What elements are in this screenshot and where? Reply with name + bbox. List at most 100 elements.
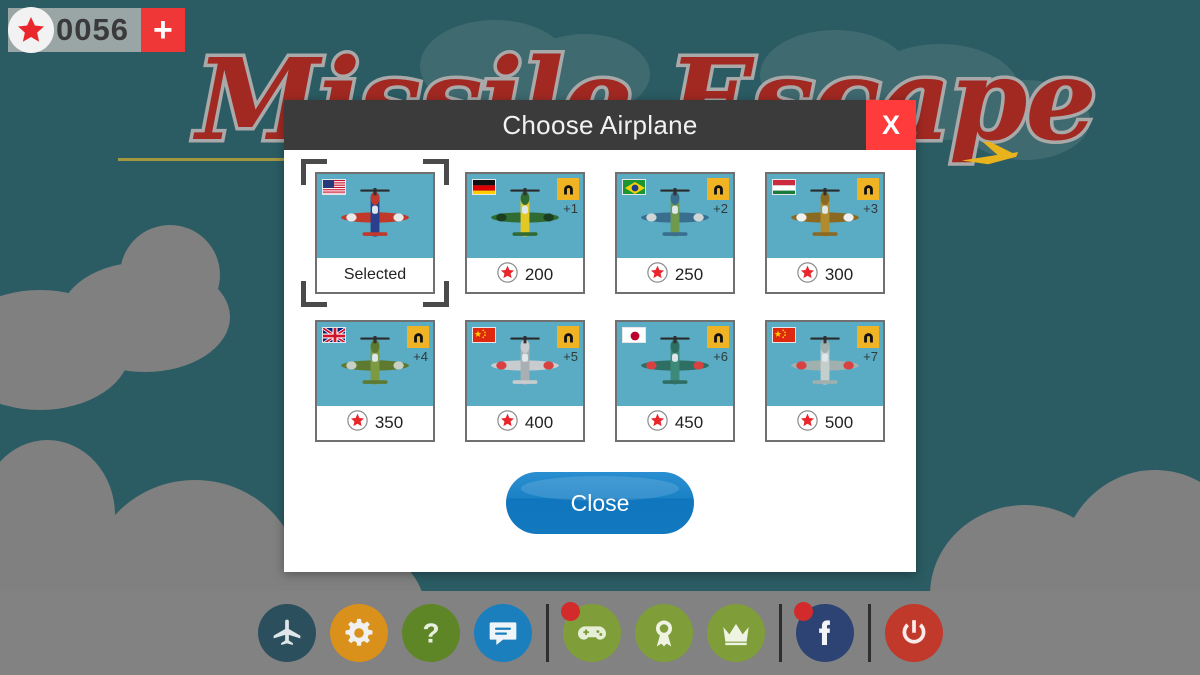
coin-counter-bar: 0056 <box>8 7 141 53</box>
game-screen: Missile Escape 0056 + Choose Airplane X … <box>0 0 1200 675</box>
airplane-cell: +2 250 <box>615 172 735 294</box>
airplane-preview: +2 <box>617 174 733 258</box>
airplane-cell: Selected <box>301 159 449 307</box>
toolbar-separator <box>778 604 782 662</box>
airplane-cell: +1 200 <box>465 172 585 294</box>
airplane-icon[interactable] <box>257 604 316 662</box>
price-value: 450 <box>674 413 704 432</box>
airplane-card-footer: 400 <box>467 406 583 440</box>
bottom-toolbar: ? <box>0 591 1200 675</box>
airplane-card-footer: 250 <box>617 258 733 292</box>
power-icon[interactable] <box>884 604 943 662</box>
magnet-icon <box>857 326 879 348</box>
close-button[interactable]: Close <box>506 472 694 534</box>
gamepad-icon[interactable] <box>560 602 621 662</box>
star-coin-icon <box>347 410 368 436</box>
hu-flag <box>772 179 796 195</box>
star-coin-icon <box>797 410 818 436</box>
airplane-card[interactable]: +4 350 <box>315 320 435 442</box>
airplane-preview: +6 <box>617 322 733 406</box>
status-badge: Selected <box>343 266 407 283</box>
airplane-card-footer: Selected <box>317 258 433 292</box>
magnet-icon <box>407 326 429 348</box>
award-icon[interactable] <box>634 604 693 662</box>
notification-dot <box>793 602 813 621</box>
price-value: 300 <box>824 265 854 284</box>
bonus-value: +7 <box>863 349 878 364</box>
chat-icon[interactable] <box>473 604 532 662</box>
star-coin-icon <box>797 262 818 288</box>
coin-counter: 0056 + <box>8 7 185 53</box>
bonus-value: +1 <box>563 201 578 216</box>
price-value: 400 <box>524 413 554 432</box>
airplane-cell: +4 350 <box>315 320 435 442</box>
br-flag <box>622 179 646 195</box>
facebook-icon[interactable] <box>793 602 854 662</box>
airplane-card-footer: 350 <box>317 406 433 440</box>
airplane-preview: +3 <box>767 174 883 258</box>
airplane-card[interactable]: +7 500 <box>765 320 885 442</box>
airplane-preview: +5 <box>467 322 583 406</box>
cn2-flag <box>772 327 796 343</box>
coin-count-value: 0056 <box>56 12 129 47</box>
price-value: 500 <box>824 413 854 432</box>
de-flag <box>472 179 496 195</box>
airplane-cell: +5 400 <box>465 320 585 442</box>
plane-icon <box>955 138 1025 168</box>
close-icon[interactable]: X <box>866 100 916 150</box>
price-value: 350 <box>374 413 404 432</box>
airplane-preview <box>317 174 433 258</box>
airplane-card[interactable]: +6 450 <box>615 320 735 442</box>
airplane-preview: +4 <box>317 322 433 406</box>
crown-icon[interactable] <box>706 604 765 662</box>
us-flag <box>322 179 346 195</box>
airplane-cell: +6 450 <box>615 320 735 442</box>
bonus-value: +3 <box>863 201 878 216</box>
magnet-icon <box>707 326 729 348</box>
dialog-title: Choose Airplane <box>502 109 698 140</box>
airplane-card[interactable]: +3 300 <box>765 172 885 294</box>
airplane-card-footer: 200 <box>467 258 583 292</box>
bonus-value: +5 <box>563 349 578 364</box>
question-icon[interactable]: ? <box>401 604 460 662</box>
dialog-footer: Close <box>308 472 892 534</box>
airplane-preview: +1 <box>467 174 583 258</box>
jp-flag <box>622 327 646 343</box>
cn-flag <box>472 327 496 343</box>
price-value: 250 <box>674 265 704 284</box>
airplane-card-footer: 300 <box>767 258 883 292</box>
star-coin-icon <box>497 262 518 288</box>
bonus-value: +4 <box>413 349 428 364</box>
airplane-card-footer: 450 <box>617 406 733 440</box>
gb-flag <box>322 327 346 343</box>
star-coin-icon <box>497 410 518 436</box>
bonus-value: +2 <box>713 201 728 216</box>
airplane-card[interactable]: +1 200 <box>465 172 585 294</box>
airplane-cell: +7 500 <box>765 320 885 442</box>
airplane-grid: Selected +1 200 +2 250 +3 300 +4 350 +5 400 +6 450 +7… <box>301 159 892 442</box>
airplane-cell: +3 300 <box>765 172 885 294</box>
notification-dot <box>560 602 580 621</box>
toolbar-separator <box>545 604 549 662</box>
star-coin-icon <box>647 410 668 436</box>
dialog-titlebar: Choose Airplane X <box>284 100 916 150</box>
magnet-icon <box>557 178 579 200</box>
airplane-preview: +7 <box>767 322 883 406</box>
svg-text:?: ? <box>422 617 439 648</box>
price-value: 200 <box>524 265 554 284</box>
magnet-icon <box>857 178 879 200</box>
choose-airplane-dialog: Choose Airplane X Selected +1 200 +2 250 +3 30… <box>284 100 916 572</box>
toolbar-separator <box>867 604 871 662</box>
star-icon <box>8 7 54 53</box>
magnet-icon <box>557 326 579 348</box>
dialog-body: Selected +1 200 +2 250 +3 300 +4 350 +5 400 +6 450 +7… <box>284 150 916 534</box>
magnet-icon <box>707 178 729 200</box>
gear-icon[interactable] <box>329 604 388 662</box>
airplane-card[interactable]: +5 400 <box>465 320 585 442</box>
airplane-card-footer: 500 <box>767 406 883 440</box>
airplane-card[interactable]: +2 250 <box>615 172 735 294</box>
add-coins-button[interactable]: + <box>140 8 185 52</box>
star-coin-icon <box>647 262 668 288</box>
airplane-card[interactable]: Selected <box>315 172 435 294</box>
bonus-value: +6 <box>713 349 728 364</box>
